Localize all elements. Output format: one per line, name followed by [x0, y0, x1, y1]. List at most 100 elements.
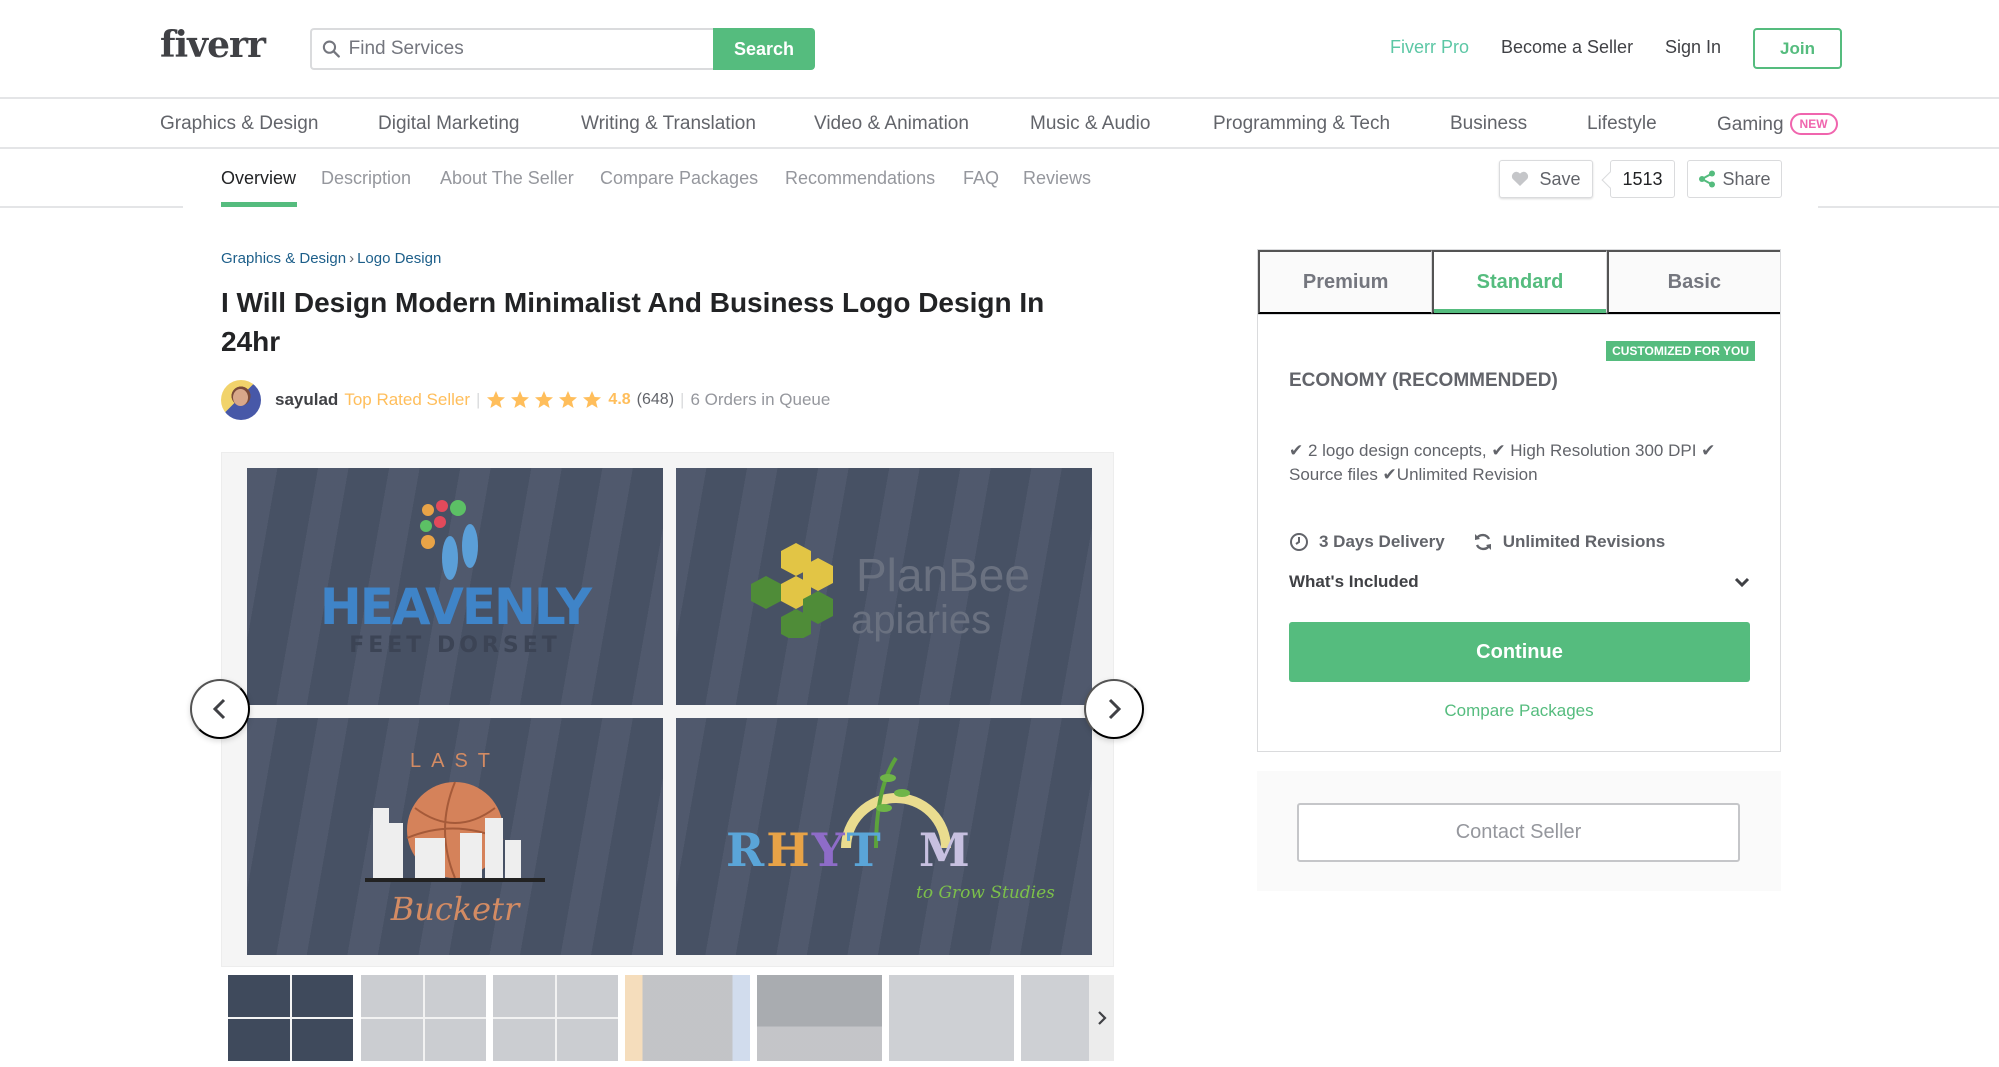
breadcrumb-graphics-design[interactable]: Graphics & Design [221, 250, 346, 267]
sub-nav-divider-left [0, 206, 183, 208]
honeycomb-logo-mark [746, 538, 846, 643]
gallery-prev-button[interactable] [190, 679, 250, 739]
seller-level: Top Rated Seller [344, 390, 470, 409]
category-programming-tech[interactable]: Programming & Tech [1213, 113, 1390, 135]
subnav-reviews[interactable]: Reviews [1023, 168, 1091, 189]
orders-in-queue: 6 Orders in Queue [690, 390, 831, 409]
join-button[interactable]: Join [1753, 28, 1842, 69]
thumbnail[interactable] [493, 975, 618, 1061]
search-icon [322, 40, 340, 58]
tile-logo-subtext: to Grow Studies [916, 883, 1055, 903]
chevron-right-icon [1097, 1011, 1107, 1025]
tab-basic[interactable]: Basic [1606, 250, 1780, 314]
save-count: 1513 [1610, 160, 1675, 198]
star-icon [487, 391, 506, 408]
gallery-thumbnails [221, 973, 1114, 1063]
breadcrumb-logo-design[interactable]: Logo Design [357, 250, 441, 267]
seller-avatar[interactable] [221, 380, 261, 420]
heart-icon [1512, 171, 1529, 186]
thumbnail[interactable] [1021, 975, 1089, 1061]
delivery-info: 3 Days Delivery [1289, 532, 1445, 552]
package-name: ECONOMY (RECOMMENDED) [1289, 370, 1558, 391]
fiverr-pro-link[interactable]: Fiverr Pro [1390, 37, 1469, 58]
category-lifestyle[interactable]: Lifestyle [1587, 113, 1657, 135]
gallery-image-planbee[interactable]: PlanBee apiaries [676, 468, 1092, 705]
category-digital-marketing[interactable]: Digital Marketing [378, 113, 520, 135]
tab-premium[interactable]: Premium [1258, 250, 1433, 314]
subnav-recommendations[interactable]: Recommendations [785, 168, 935, 189]
contact-seller-section: Contact Seller [1257, 771, 1781, 891]
active-tab-indicator [221, 202, 297, 207]
subnav-faq[interactable]: FAQ [963, 168, 999, 189]
gallery-image-last-bucketr[interactable]: LAST Bucketr [247, 718, 663, 955]
subnav-about-seller[interactable]: About The Seller [440, 168, 574, 189]
subnav-compare-packages[interactable]: Compare Packages [600, 168, 758, 189]
star-icon [511, 391, 530, 408]
thumbnails-next-button[interactable] [1089, 975, 1114, 1061]
contact-seller-button[interactable]: Contact Seller [1297, 803, 1740, 862]
gallery-next-button[interactable] [1084, 679, 1144, 739]
rating-score: 4.8 [608, 391, 631, 408]
gallery-image-rhythm[interactable]: RHYT M to Grow Studies [676, 718, 1092, 955]
sign-in-link[interactable]: Sign In [1665, 37, 1721, 58]
category-gaming-label: Gaming [1717, 114, 1784, 135]
gallery-image-heavenly[interactable]: HEAVENLY FEET DORSET [247, 468, 663, 705]
category-graphics-design[interactable]: Graphics & Design [160, 113, 318, 135]
category-business[interactable]: Business [1450, 113, 1527, 135]
thumbnail[interactable] [889, 975, 1014, 1061]
search-bar: Search [310, 28, 815, 70]
chevron-down-icon [1734, 577, 1750, 588]
category-gaming[interactable]: Gaming NEW [1717, 113, 1838, 136]
gig-gallery: HEAVENLY FEET DORSET PlanBee apiaries LA… [221, 452, 1114, 967]
seller-username[interactable]: sayulad [275, 390, 338, 410]
become-seller-link[interactable]: Become a Seller [1501, 37, 1633, 58]
tile-logo-subtext: FEET DORSET [349, 633, 561, 658]
whats-included-label: What's Included [1289, 572, 1419, 591]
revisions-info: Unlimited Revisions [1473, 532, 1665, 552]
star-icon [535, 391, 554, 408]
clock-icon [1290, 533, 1308, 551]
star-icon [559, 391, 578, 408]
tile-logo-text: HEAVENLY [319, 578, 592, 636]
revisions-count: Unlimited Revisions [1502, 532, 1666, 551]
category-writing-translation[interactable]: Writing & Translation [581, 113, 756, 135]
top-header: fiverr Search Fiverr Pro Become a Seller… [0, 0, 1999, 99]
share-icon [1699, 170, 1716, 188]
whats-included-toggle[interactable]: What's Included [1289, 572, 1750, 592]
continue-button[interactable]: Continue [1289, 622, 1750, 682]
search-input[interactable] [348, 38, 713, 60]
tile-logo-subtext: Bucketr [390, 890, 520, 928]
search-field[interactable] [310, 28, 713, 70]
package-card: Premium Standard Basic CUSTOMIZED FOR YO… [1257, 249, 1781, 752]
divider: | [476, 390, 481, 409]
star-rating [486, 390, 602, 410]
breadcrumb-separator: › [349, 250, 355, 267]
save-button[interactable]: Save [1499, 160, 1593, 198]
compare-packages-link[interactable]: Compare Packages [1258, 701, 1780, 721]
package-meta: 3 Days Delivery Unlimited Revisions [1289, 532, 1693, 552]
thumbnail[interactable] [757, 975, 882, 1061]
thumbnail[interactable] [625, 975, 750, 1061]
chevron-left-icon [212, 698, 226, 720]
thumbnail[interactable] [228, 975, 353, 1061]
tile-logo-text: PlanBee [856, 549, 1030, 601]
category-nav: Graphics & Design Digital Marketing Writ… [0, 99, 1999, 149]
share-button[interactable]: Share [1687, 160, 1782, 198]
category-music-audio[interactable]: Music & Audio [1030, 113, 1150, 135]
thumbnail[interactable] [361, 975, 486, 1061]
customized-badge: CUSTOMIZED FOR YOU [1606, 341, 1755, 361]
subnav-description[interactable]: Description [321, 168, 411, 189]
tile-logo-subtext: apiaries [851, 598, 992, 642]
delivery-time: 3 Days Delivery [1319, 532, 1445, 551]
fiverr-logo[interactable]: fiverr [160, 24, 266, 66]
rating-count[interactable]: (648) [637, 391, 674, 409]
tab-standard[interactable]: Standard [1432, 250, 1607, 314]
subnav-overview[interactable]: Overview [221, 168, 296, 189]
tile-logo-text: LAST [409, 750, 501, 772]
save-label: Save [1539, 168, 1581, 189]
star-icon [583, 391, 602, 408]
new-badge: NEW [1789, 113, 1838, 135]
category-video-animation[interactable]: Video & Animation [814, 113, 969, 135]
search-button[interactable]: Search [713, 28, 815, 70]
gig-title: I Will Design Modern Minimalist And Busi… [221, 287, 1045, 357]
